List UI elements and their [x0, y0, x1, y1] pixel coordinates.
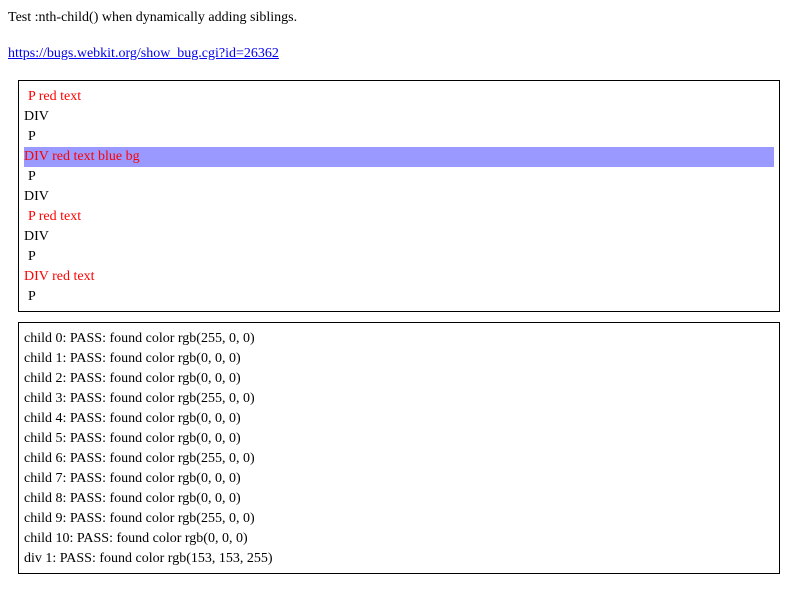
result-line: child 8: PASS: found color rgb(0, 0, 0): [24, 491, 241, 506]
result-line: child 0: PASS: found color rgb(255, 0, 0…: [24, 331, 255, 346]
test-row: DIV: [24, 189, 49, 204]
intro-text: Test :nth-child() when dynamically addin…: [8, 10, 298, 25]
test-row: DIV red text: [24, 269, 95, 284]
test-row: P red text: [28, 209, 82, 224]
test-container: P red text DIV P DIV red text blue bg P …: [18, 80, 780, 312]
test-row: DIV: [24, 109, 49, 124]
result-line: div 1: PASS: found color rgb(153, 153, 2…: [24, 551, 273, 566]
test-row: DIV: [24, 229, 49, 244]
test-row: P: [28, 129, 36, 144]
result-line: child 6: PASS: found color rgb(255, 0, 0…: [24, 451, 255, 466]
result-line: child 5: PASS: found color rgb(0, 0, 0): [24, 431, 241, 446]
test-row: P: [28, 249, 36, 264]
test-row: P: [28, 169, 36, 184]
bug-link[interactable]: https://bugs.webkit.org/show_bug.cgi?id=…: [8, 46, 279, 62]
result-line: child 1: PASS: found color rgb(0, 0, 0): [24, 351, 241, 366]
test-row: P: [28, 289, 36, 304]
result-line: child 2: PASS: found color rgb(0, 0, 0): [24, 371, 241, 386]
result-line: child 7: PASS: found color rgb(0, 0, 0): [24, 471, 241, 486]
results-container: child 0: PASS: found color rgb(255, 0, 0…: [18, 322, 780, 574]
result-line: child 10: PASS: found color rgb(0, 0, 0): [24, 531, 248, 546]
result-line: child 4: PASS: found color rgb(0, 0, 0): [24, 411, 241, 426]
result-line: child 3: PASS: found color rgb(255, 0, 0…: [24, 391, 255, 406]
test-row: DIV red text blue bg: [24, 147, 774, 167]
test-row: P red text: [28, 89, 82, 104]
result-line: child 9: PASS: found color rgb(255, 0, 0…: [24, 511, 255, 526]
